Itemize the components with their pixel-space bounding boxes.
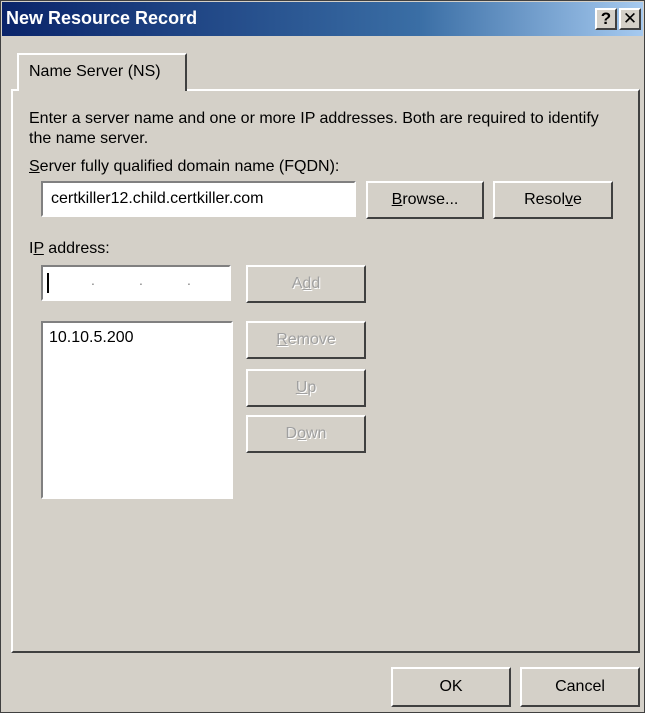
close-icon: ✕ (622, 9, 638, 28)
title-bar[interactable]: New Resource Record ? ✕ (2, 2, 643, 36)
cancel-button[interactable]: Cancel (520, 667, 640, 707)
window-title: New Resource Record (6, 8, 198, 28)
tab-panel (11, 89, 640, 653)
ok-button[interactable]: OK (391, 667, 511, 707)
tab-name-server[interactable]: Name Server (NS) (17, 53, 187, 91)
question-mark-icon: ? (600, 9, 612, 28)
new-resource-record-dialog: New Resource Record ? ✕ Name Server (NS)… (0, 0, 645, 713)
tab-label: Name Server (NS) (29, 63, 161, 80)
close-button[interactable]: ✕ (619, 8, 641, 30)
help-button[interactable]: ? (595, 8, 617, 30)
